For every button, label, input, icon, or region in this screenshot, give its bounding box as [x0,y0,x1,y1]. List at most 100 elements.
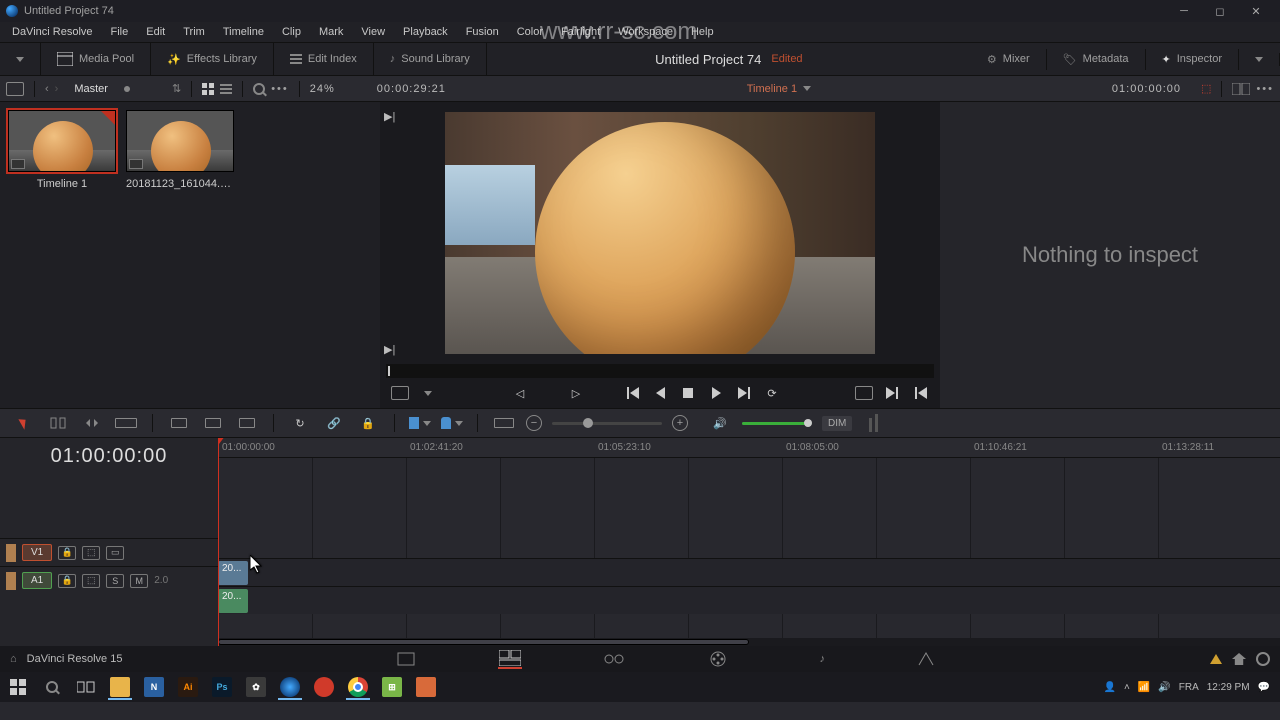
thumbnail-view-button[interactable] [202,83,214,95]
timeline-tracks[interactable]: 01:00:00:00 01:02:41:20 01:05:23:10 01:0… [218,438,1280,646]
playhead-icon[interactable] [388,366,390,376]
effects-library-toggle[interactable]: ✨ Effects Library [161,49,263,70]
menu-workspace[interactable]: Workspace [610,24,681,40]
home-icon[interactable]: ⌂ [10,653,17,665]
jog-back-button[interactable]: ◁ [510,383,530,403]
list-view-button[interactable] [220,84,232,94]
slider-knob[interactable] [804,419,812,427]
stop-button[interactable] [678,383,698,403]
solo-button[interactable]: S [106,574,124,588]
dynamic-trim-tool[interactable] [80,413,104,433]
mixer-toggle[interactable]: ⚙ Mixer [981,49,1036,70]
timeline-clip-video[interactable]: 20... [218,561,248,585]
auto-select-button[interactable]: ⬚ [82,574,100,588]
metadata-toggle[interactable]: 🏷 Metadata [1057,49,1135,70]
dual-viewer-button[interactable] [1232,83,1250,95]
window-minimize-button[interactable]: ─ [1166,0,1202,22]
search-taskbar-button[interactable] [36,674,68,700]
track-color-swatch[interactable] [6,544,16,562]
photoshop-taskbar[interactable]: Ps [206,674,238,700]
bin-list-button[interactable] [6,82,24,96]
audio-track-header[interactable]: A1 🔒 ⬚ S M 2.0 [0,566,218,594]
task-view-button[interactable] [70,674,102,700]
chrome-taskbar[interactable] [342,674,374,700]
menu-file[interactable]: File [103,24,137,40]
track-lock-button[interactable]: 🔒 [58,546,76,560]
file-explorer-taskbar[interactable] [104,674,136,700]
video-track-header[interactable]: V1 🔒 ⬚ ▭ [0,538,218,566]
menu-clip[interactable]: Clip [274,24,309,40]
warning-icon[interactable] [1210,654,1222,664]
project-manager-button[interactable] [1232,653,1246,665]
resolve-taskbar[interactable] [274,674,306,700]
media-options-button[interactable]: ••• [271,83,289,95]
inspector-toggle[interactable]: ✦ Inspector [1156,49,1228,70]
menu-fusion[interactable]: Fusion [458,24,507,40]
scrollbar-thumb[interactable] [218,639,749,645]
audio-track-lane[interactable]: 20... [218,586,1280,614]
menu-help[interactable]: Help [683,24,722,40]
next-clip-button[interactable] [882,383,902,403]
video-track-chip[interactable]: V1 [22,544,52,561]
nav-back-button[interactable]: ‹ [45,83,49,95]
match-frame-next-button[interactable]: ▶| [384,343,395,356]
project-settings-button[interactable] [1256,652,1270,666]
menu-davinci[interactable]: DaVinci Resolve [4,24,101,40]
play-button[interactable] [706,383,726,403]
panel-dropdown-left[interactable] [10,53,30,66]
menu-timeline[interactable]: Timeline [215,24,272,40]
fairlight-page-button[interactable]: ♪ [810,649,834,669]
color-page-button[interactable] [706,649,730,669]
deliver-page-button[interactable] [914,649,938,669]
window-close-button[interactable]: ✕ [1238,0,1274,22]
taskbar-app[interactable]: ✿ [240,674,272,700]
people-icon[interactable]: 👤 [1104,682,1116,693]
taskbar-app[interactable]: N [138,674,170,700]
go-to-start-button[interactable] [622,383,642,403]
auto-select-button[interactable]: ⬚ [82,546,100,560]
transform-overlay-button[interactable] [390,383,410,403]
volume-slider[interactable] [742,422,812,425]
zoom-slider[interactable] [552,422,662,425]
menu-trim[interactable]: Trim [175,24,213,40]
timeline-playhead[interactable] [218,438,219,646]
viewer-canvas[interactable] [445,112,875,354]
fusion-page-button[interactable] [602,649,626,669]
lock-button[interactable]: 🔒 [356,413,380,433]
link-button[interactable]: 🔗 [322,413,346,433]
taskbar-app[interactable]: ⊞ [376,674,408,700]
mute-track-button[interactable]: M [130,574,148,588]
start-button[interactable] [2,674,34,700]
viewer-options-button[interactable]: ••• [1256,83,1274,95]
replace-clip-button[interactable] [235,413,259,433]
bypass-grades-button[interactable]: ⬚ [1201,82,1211,95]
prev-clip-button[interactable] [910,383,930,403]
track-enable-button[interactable]: ▭ [106,546,124,560]
language-indicator[interactable]: FRA [1179,682,1199,693]
audio-meters-toggle[interactable] [862,413,886,433]
timeline-scrollbar[interactable] [218,638,1280,646]
notifications-icon[interactable]: 💬 [1258,682,1270,693]
zoom-in-button[interactable]: + [672,415,688,431]
bin-name[interactable]: Master [64,81,118,97]
timeline-clip-audio[interactable]: 20... [218,589,248,613]
tray-up-icon[interactable]: ˄ [1124,682,1130,693]
clip-thumbnail[interactable] [126,110,234,172]
overlay-options-button[interactable] [418,383,438,403]
menu-edit[interactable]: Edit [138,24,173,40]
go-to-end-button[interactable] [734,383,754,403]
overwrite-clip-button[interactable] [201,413,225,433]
zoom-out-button[interactable]: − [526,415,542,431]
selection-tool[interactable] [12,413,36,433]
match-frame-prev-button[interactable]: ▶| [384,110,395,123]
blade-tool[interactable] [114,413,138,433]
viewer-zoom[interactable]: 24% [310,83,335,95]
menu-playback[interactable]: Playback [395,24,456,40]
in-out-button[interactable] [854,383,874,403]
edit-index-toggle[interactable]: Edit Index [284,49,363,69]
taskbar-app[interactable] [308,674,340,700]
network-icon[interactable]: 📶 [1138,682,1150,693]
illustrator-taskbar[interactable]: Ai [172,674,204,700]
viewer-scrubber[interactable] [386,364,934,378]
sort-button[interactable]: ⇅ [172,82,181,95]
